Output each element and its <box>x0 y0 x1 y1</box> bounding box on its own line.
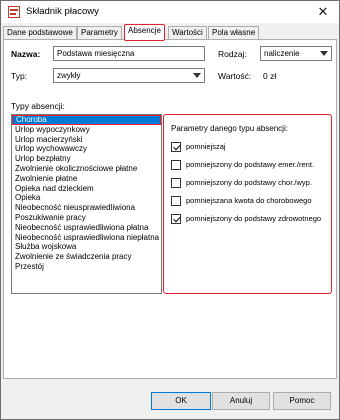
list-item[interactable]: Nieobecność nieusprawiedliwiona <box>12 203 161 213</box>
window-title: Składnik płacowy <box>26 6 99 17</box>
nazwa-label: Nazwa: <box>11 49 41 59</box>
absence-types-list[interactable]: Choroba Urlop wypoczynkowy Urlop macierz… <box>11 114 162 294</box>
checkbox-icon[interactable] <box>171 142 181 152</box>
rodzaj-value: naliczenie <box>264 49 300 58</box>
wartosc-value: 0 zł <box>263 71 277 81</box>
chevron-down-icon <box>320 51 328 56</box>
list-item[interactable]: Zwolnienie płatne <box>12 174 161 184</box>
param-option-label: pomniejszana kwota do chorobowego <box>186 196 312 205</box>
wartosc-label: Wartość: <box>218 71 252 81</box>
list-item[interactable]: Zwolnienie okolicznościowe płatne <box>12 164 161 174</box>
ok-button[interactable]: OK <box>151 392 211 410</box>
tab-strip: Dane podstawowe Parametry Absencje Warto… <box>3 24 339 41</box>
chevron-down-icon <box>193 73 201 78</box>
tab-dane-podstawowe[interactable]: Dane podstawowe <box>3 26 77 40</box>
title-bar: Składnik płacowy ✕ <box>1 1 339 23</box>
rodzaj-label: Rodzaj: <box>218 49 247 59</box>
checkbox-icon[interactable] <box>171 214 181 224</box>
checkbox-icon[interactable] <box>171 160 181 170</box>
tab-wartosci[interactable]: Wartości <box>168 26 207 40</box>
checkbox-icon[interactable] <box>171 196 181 206</box>
param-option-label: pomniejszony do podstawy emer./rent. <box>186 160 314 169</box>
checkbox-icon[interactable] <box>171 178 181 188</box>
list-item[interactable]: Służba wojskowa <box>12 242 161 252</box>
parameters-title: Parametry danego typu absencji: <box>171 124 288 133</box>
payroll-component-icon <box>8 6 20 18</box>
param-option-label: pomniejszony do podstawy zdrowotnego <box>186 214 322 223</box>
param-option-label: pomniejszaj <box>186 142 226 151</box>
absence-types-label: Typy absencji: <box>11 101 65 111</box>
nazwa-input[interactable]: Podstawa miesięczna <box>53 46 205 61</box>
tab-parametry[interactable]: Parametry <box>77 26 122 40</box>
list-item[interactable]: Poszukiwanie pracy <box>12 213 161 223</box>
list-item[interactable]: Urlop bezpłatny <box>12 154 161 164</box>
dialog-window: Składnik płacowy ✕ Dane podstawowe Param… <box>0 0 340 420</box>
absence-parameters-group: Parametry danego typu absencji: pomniejs… <box>163 114 332 294</box>
list-item[interactable]: Opieka nad dzieckiem <box>12 184 161 194</box>
list-item[interactable]: Nieobecność usprawiedliwiona niepłatna <box>12 233 161 243</box>
list-item[interactable]: Zwolnienie ze świadczenia pracy <box>12 252 161 262</box>
typ-select[interactable]: zwykły <box>53 68 205 83</box>
cancel-button[interactable]: Anuluj <box>212 392 270 410</box>
list-item[interactable]: Urlop wychowawczy <box>12 144 161 154</box>
list-item[interactable]: Opieka <box>12 193 161 203</box>
list-item[interactable]: Nieobecność usprawiedliwiona płatna <box>12 223 161 233</box>
tab-pola-wlasne[interactable]: Pola własne <box>208 26 260 40</box>
param-option-label: pomniejszony do podstawy chor./wyp. <box>186 178 312 187</box>
list-item[interactable]: Urlop wypoczynkowy <box>12 125 161 135</box>
typ-label: Typ: <box>11 71 28 81</box>
list-item[interactable]: Przestój <box>12 262 161 272</box>
list-item[interactable]: Choroba <box>12 115 161 125</box>
rodzaj-select[interactable]: naliczenie <box>260 46 332 61</box>
dialog-footer: OK Anuluj Pomoc <box>1 379 339 419</box>
tab-absencje[interactable]: Absencje <box>124 24 165 41</box>
help-button[interactable]: Pomoc <box>273 392 331 410</box>
close-icon[interactable]: ✕ <box>313 3 333 21</box>
list-item[interactable]: Urlop macierzyński <box>12 135 161 145</box>
typ-value: zwykły <box>57 71 81 80</box>
